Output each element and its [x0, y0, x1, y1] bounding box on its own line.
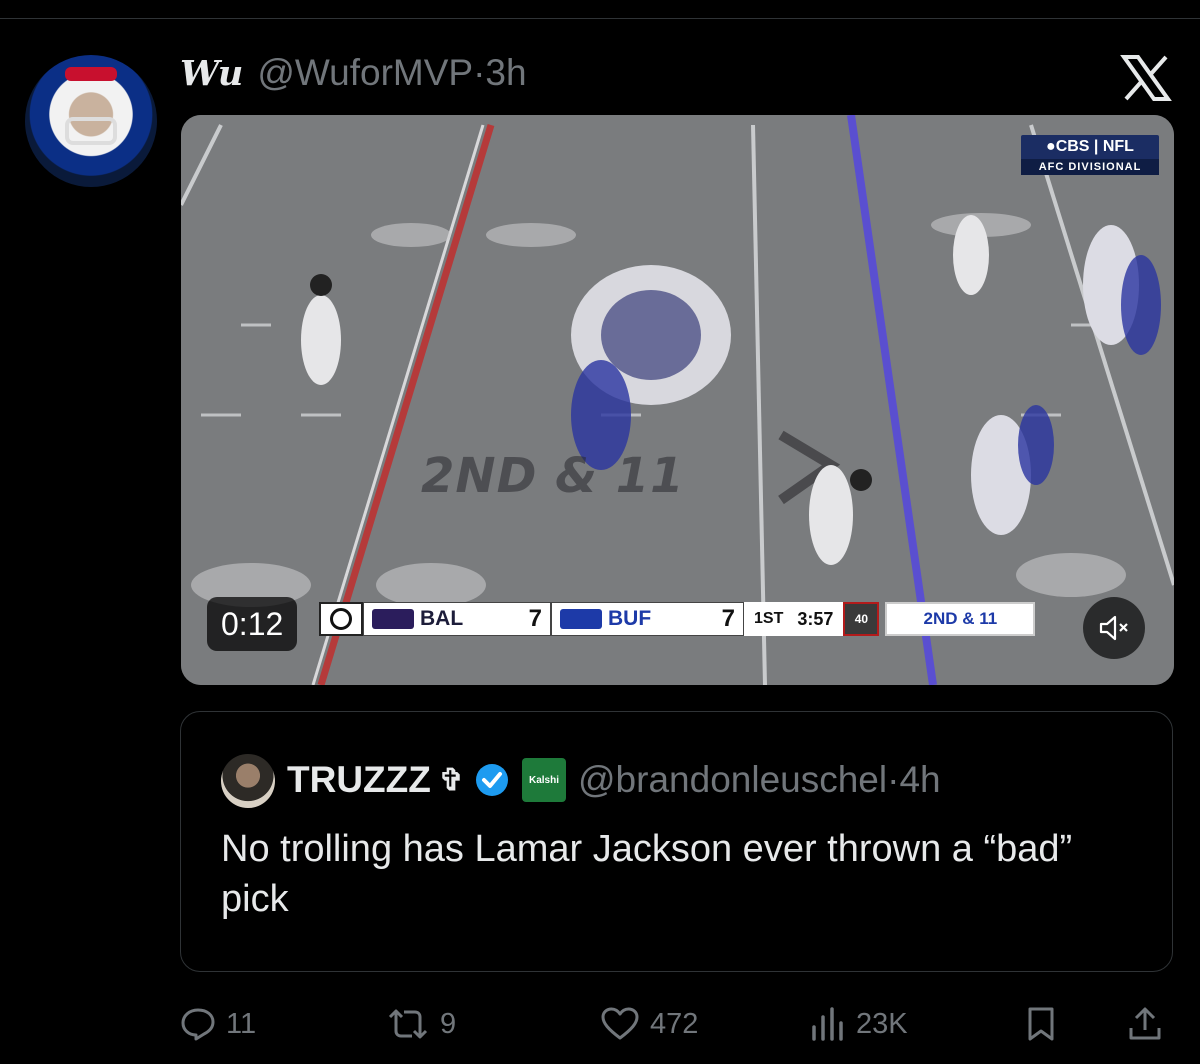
broadcast-game-label: AFC DIVISIONAL	[1021, 159, 1159, 175]
helmet-stripe	[65, 67, 117, 81]
share-icon	[1129, 1007, 1161, 1040]
speaker-muted-icon	[1099, 615, 1128, 641]
quoted-author-avatar[interactable]	[221, 754, 275, 808]
field-down-graphic: 2ND & 11	[421, 448, 685, 504]
cross-emoji: ✞	[438, 763, 464, 797]
like-button[interactable]: 472	[600, 1000, 698, 1048]
away-team: BAL 7	[363, 602, 551, 636]
home-team-score: 7	[721, 605, 735, 632]
mute-button[interactable]	[1083, 597, 1145, 659]
view-count: 23K	[856, 1007, 908, 1040]
quoted-tweet[interactable]: TRUZZZ ✞ Kalshi @brandonleuschel · 4h No…	[180, 711, 1173, 972]
down-and-distance: 2ND & 11	[885, 602, 1036, 636]
bookmark-button[interactable]	[1026, 1000, 1066, 1048]
reply-icon	[181, 1008, 215, 1041]
top-divider	[0, 18, 1200, 19]
tweet-time[interactable]: 3h	[485, 52, 526, 94]
quarter: 1ST	[754, 610, 784, 627]
like-count: 472	[650, 1007, 699, 1040]
reply-button[interactable]: 11	[180, 1000, 256, 1048]
author-avatar[interactable]	[25, 55, 157, 187]
kalshi-affiliate-badge[interactable]: Kalshi	[522, 758, 566, 802]
broadcast-network: ●CBS | NFL	[1046, 138, 1134, 155]
video-timer: 0:12	[207, 597, 298, 651]
reply-count: 11	[226, 1007, 257, 1040]
quoted-tweet-header: TRUZZZ ✞ Kalshi @brandonleuschel · 4h	[287, 755, 941, 805]
repost-button[interactable]: 9	[386, 1000, 456, 1048]
play-clock: 40	[843, 602, 880, 636]
views-chart-icon	[812, 1007, 843, 1041]
repost-icon	[388, 1009, 428, 1039]
repost-count: 9	[440, 1007, 457, 1040]
away-team-name: BAL	[420, 607, 464, 630]
ravens-logo-icon	[372, 609, 414, 629]
video-player[interactable]: ●CBS | NFL AFC DIVISIONAL 2ND & 11 0:12 …	[181, 115, 1174, 685]
tweet-header: Wu @WuforMVP · 3h	[180, 52, 527, 98]
time-separator: ·	[473, 52, 486, 93]
bookmark-icon	[1028, 1007, 1054, 1041]
quoted-time[interactable]: 4h	[899, 759, 940, 801]
author-handle[interactable]: @WuforMVP	[257, 52, 473, 94]
tweet-actions: 11 9 472 23K	[180, 1000, 1180, 1048]
cbs-eye-icon	[319, 602, 363, 636]
scorebug: BAL 7 BUF 7 1ST 3:57 40 2ND & 11	[319, 602, 1036, 636]
bills-logo-icon	[560, 609, 602, 629]
quoted-handle[interactable]: @brandonleuschel	[578, 759, 887, 801]
clock: 3:57	[797, 608, 834, 629]
heart-icon	[601, 1007, 639, 1040]
home-team: BUF 7	[551, 602, 744, 636]
home-team-name: BUF	[608, 607, 652, 630]
views-button[interactable]: 23K	[810, 1000, 908, 1048]
football-field-frame	[181, 115, 1174, 685]
share-button[interactable]	[1128, 1000, 1172, 1048]
x-logo-icon	[1120, 55, 1172, 101]
game-clock: 1ST 3:57	[744, 602, 844, 636]
author-display-name[interactable]: Wu	[180, 53, 243, 94]
quoted-display-name[interactable]: TRUZZZ	[287, 759, 431, 801]
quoted-tweet-text: No trolling has Lamar Jackson ever throw…	[221, 828, 1073, 920]
away-team-score: 7	[528, 605, 542, 632]
helmet-facemask	[65, 117, 117, 145]
quoted-time-separator: ·	[887, 759, 900, 800]
broadcast-tag: ●CBS | NFL AFC DIVISIONAL	[1021, 135, 1159, 175]
verified-badge-icon	[476, 764, 508, 796]
